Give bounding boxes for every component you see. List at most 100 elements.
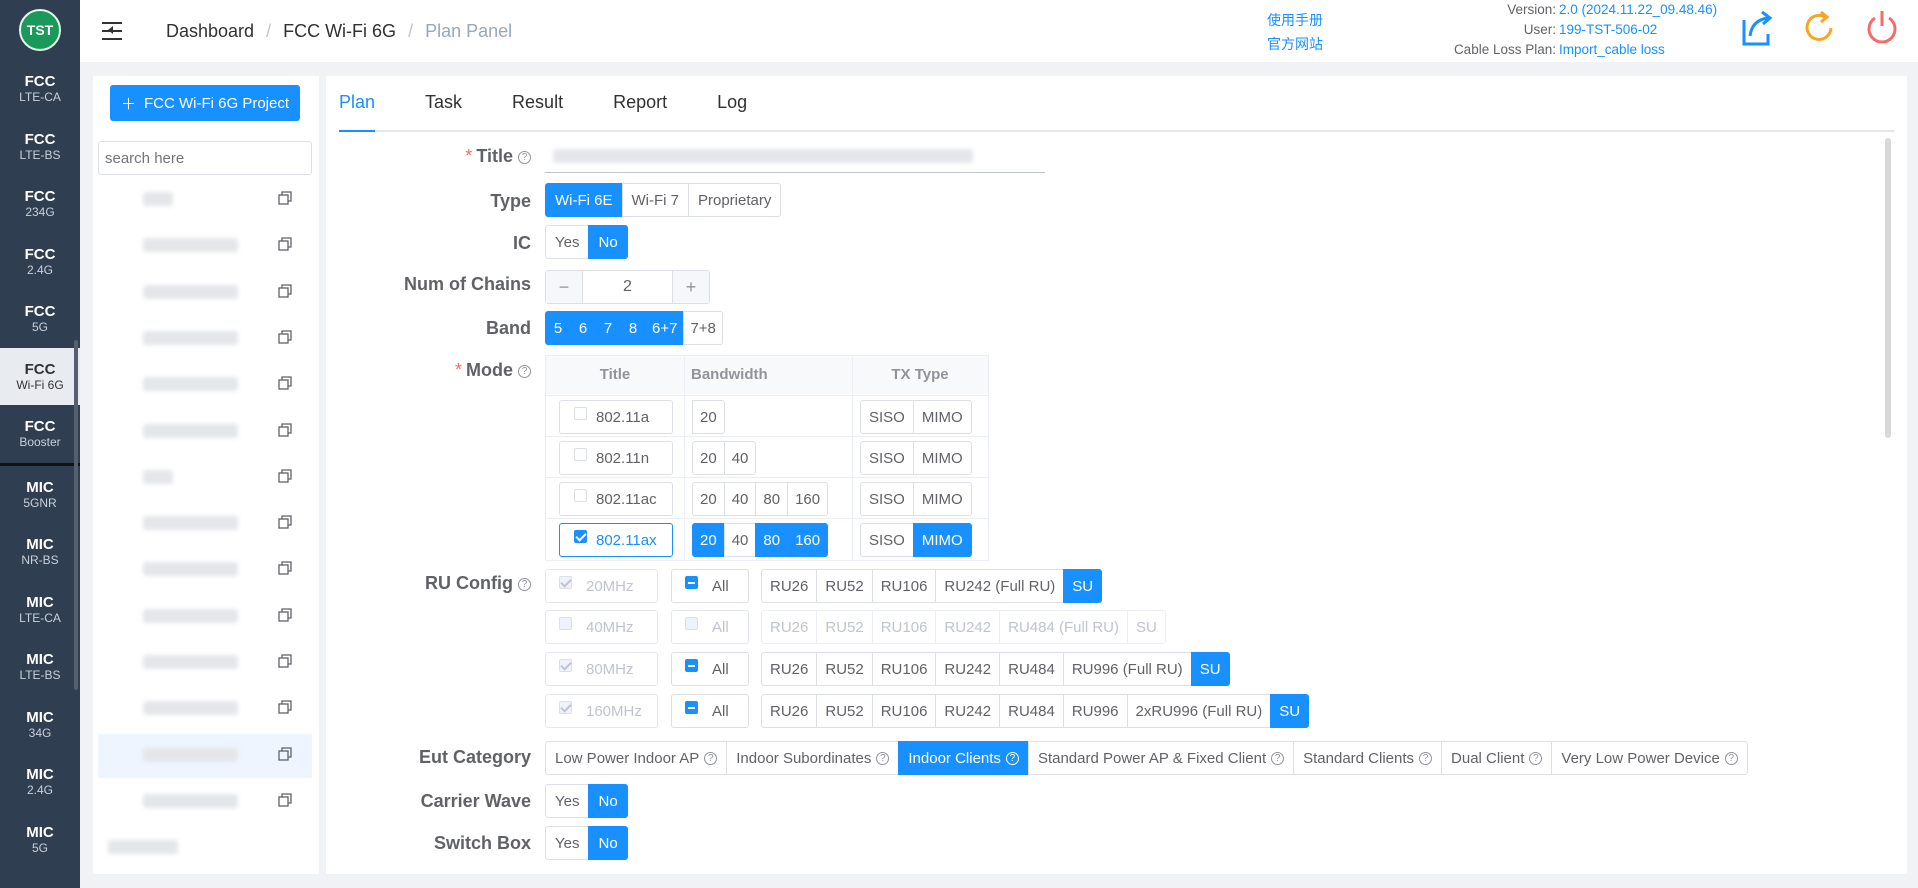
ru-option-ru484[interactable]: RU484 xyxy=(999,694,1064,728)
bandwidth-40[interactable]: 40 xyxy=(723,482,757,516)
tree-item[interactable] xyxy=(98,224,312,268)
breadcrumb-dashboard[interactable]: Dashboard xyxy=(166,21,254,42)
tab-plan[interactable]: Plan xyxy=(339,76,376,132)
help-icon[interactable]: ? xyxy=(704,751,718,765)
ru-option-2xru996-full-ru-[interactable]: 2xRU996 (Full RU) xyxy=(1126,694,1272,728)
tree-item[interactable] xyxy=(98,363,312,407)
copy-icon[interactable] xyxy=(278,608,292,622)
ru-option-ru52[interactable]: RU52 xyxy=(816,569,873,603)
type-option-proprietary[interactable]: Proprietary xyxy=(688,183,782,217)
checkbox[interactable] xyxy=(574,530,587,543)
copy-icon[interactable] xyxy=(278,561,292,576)
checkbox[interactable] xyxy=(685,576,698,589)
copy-icon[interactable] xyxy=(278,376,292,390)
band-option-6-7[interactable]: 6+7 xyxy=(645,311,685,345)
power-icon[interactable] xyxy=(1864,8,1900,48)
help-icon[interactable]: ? xyxy=(1271,751,1285,765)
breadcrumb-fcc-wifi-6g[interactable]: FCC Wi-Fi 6G xyxy=(283,21,396,42)
sidebar-item-mic-34g[interactable]: MIC 34G xyxy=(0,696,80,754)
ru-option-ru52[interactable]: RU52 xyxy=(816,652,873,686)
tree-item[interactable] xyxy=(98,641,312,685)
copy-icon[interactable] xyxy=(278,191,292,205)
bandwidth-80[interactable]: 80 xyxy=(755,523,789,557)
band-option-8[interactable]: 8 xyxy=(620,311,646,345)
sidebar-item-fcc-234g[interactable]: FCC 234G xyxy=(0,175,80,233)
eut-option-low-power-indoor-ap[interactable]: Low Power Indoor AP? xyxy=(545,741,728,775)
sidebar-item-fcc-lte-ca[interactable]: FCC LTE-CA xyxy=(0,60,80,118)
ru-all-checkbox[interactable]: All xyxy=(671,569,749,603)
tree-item[interactable] xyxy=(98,317,312,361)
sidebar-scrollbar[interactable] xyxy=(74,340,78,690)
help-icon[interactable]: ? xyxy=(876,751,890,765)
checkbox[interactable] xyxy=(574,407,587,420)
ru-option-ru242[interactable]: RU242 xyxy=(935,694,1001,728)
ru-option-su[interactable]: SU xyxy=(1190,652,1230,686)
copy-icon[interactable] xyxy=(278,654,292,668)
band-option-5[interactable]: 5 xyxy=(545,311,571,345)
tx-mimo[interactable]: MIMO xyxy=(912,400,972,434)
ru-option-ru996-full-ru-[interactable]: RU996 (Full RU) xyxy=(1062,652,1192,686)
copy-icon[interactable] xyxy=(278,793,292,807)
sidebar-item-fcc-5g[interactable]: FCC 5G xyxy=(0,290,80,348)
tree-item[interactable] xyxy=(98,826,312,870)
tree-item[interactable] xyxy=(98,595,312,639)
ru-option-ru26[interactable]: RU26 xyxy=(761,652,818,686)
sidebar-item-mic-5g[interactable]: MIC 5G xyxy=(0,811,80,869)
sidebar-item-mic-2-4g[interactable]: MIC 2.4G xyxy=(0,753,80,811)
ru-option-ru106[interactable]: RU106 xyxy=(871,652,937,686)
bandwidth-20[interactable]: 20 xyxy=(692,400,725,434)
sidebar-item-mic-lte-ca[interactable]: MIC LTE-CA xyxy=(0,581,80,639)
bandwidth-20[interactable]: 20 xyxy=(692,523,725,557)
bandwidth-160[interactable]: 160 xyxy=(787,523,829,557)
checkbox[interactable] xyxy=(574,489,587,502)
ru-option-ru242-full-ru-[interactable]: RU242 (Full RU) xyxy=(935,569,1065,603)
copy-icon[interactable] xyxy=(278,746,292,761)
sidebar-item-fcc-wi-fi-6g[interactable]: FCC Wi-Fi 6G xyxy=(0,347,80,405)
chains-value[interactable]: 2 xyxy=(582,271,673,303)
copy-icon[interactable] xyxy=(278,422,292,437)
checkbox[interactable] xyxy=(685,659,698,672)
help-icon[interactable]: ? xyxy=(518,577,531,591)
bandwidth-40[interactable]: 40 xyxy=(723,523,757,557)
switch-no-button[interactable]: No xyxy=(588,826,628,860)
copy-icon[interactable] xyxy=(278,237,292,251)
tx-siso[interactable]: SISO xyxy=(860,523,914,557)
sidebar-item-fcc-booster[interactable]: FCC Booster xyxy=(0,405,80,463)
tab-result[interactable]: Result xyxy=(512,76,563,132)
search-input[interactable] xyxy=(98,141,312,175)
eut-option-standard-clients[interactable]: Standard Clients? xyxy=(1293,741,1443,775)
chains-stepper[interactable]: − 2 + xyxy=(545,270,710,304)
band-option-6[interactable]: 6 xyxy=(570,311,596,345)
mode-checkbox[interactable]: 802.11a xyxy=(559,400,673,434)
tx-mimo[interactable]: MIMO xyxy=(912,482,972,516)
decrement-button[interactable]: − xyxy=(546,271,582,303)
tree-item[interactable] xyxy=(98,733,312,778)
title-input[interactable] xyxy=(545,139,1045,173)
tree-item[interactable] xyxy=(98,548,312,592)
ru-option-su[interactable]: SU xyxy=(1270,694,1310,728)
tab-task[interactable]: Task xyxy=(425,76,462,132)
mode-checkbox[interactable]: 802.11ax xyxy=(559,523,673,557)
tx-mimo[interactable]: MIMO xyxy=(912,523,972,557)
tree-item[interactable] xyxy=(98,178,312,222)
band-option-7-8[interactable]: 7+8 xyxy=(683,311,723,345)
refresh-icon[interactable] xyxy=(1803,8,1837,48)
carrier-no-button[interactable]: No xyxy=(588,784,628,818)
sidebar-item-mic-[interactable]: MIC xyxy=(0,868,80,888)
copy-icon[interactable] xyxy=(278,700,292,714)
ru-option-su[interactable]: SU xyxy=(1063,569,1103,603)
tab-report[interactable]: Report xyxy=(613,76,667,132)
switch-yes-button[interactable]: Yes xyxy=(545,826,590,860)
official-site-link[interactable]: 官方网站 xyxy=(1267,32,1323,56)
tree-item[interactable] xyxy=(98,271,312,315)
copy-icon[interactable] xyxy=(278,330,292,344)
ru-option-ru242[interactable]: RU242 xyxy=(935,652,1001,686)
help-icon[interactable]: ? xyxy=(1724,751,1738,765)
tab-log[interactable]: Log xyxy=(717,76,747,132)
sidebar-item-fcc-lte-bs[interactable]: FCC LTE-BS xyxy=(0,118,80,176)
menu-toggle-icon[interactable] xyxy=(102,22,124,40)
ru-option-ru996[interactable]: RU996 xyxy=(1062,694,1128,728)
tree-item[interactable] xyxy=(98,456,312,500)
sidebar-item-mic-nr-bs[interactable]: MIC NR-BS xyxy=(0,523,80,581)
content-scrollbar[interactable] xyxy=(1885,138,1891,438)
